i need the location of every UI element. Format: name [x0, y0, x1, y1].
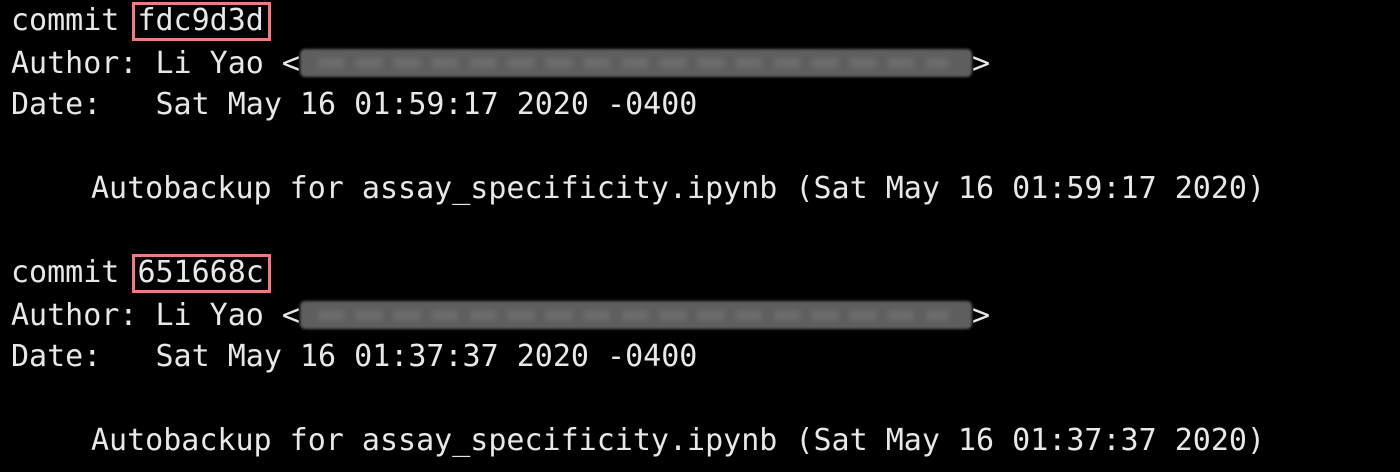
email-open-bracket: < [263, 46, 300, 81]
date-line: Date: Sat May 16 01:59:17 2020 -0400 [11, 84, 697, 126]
redacted-email [300, 49, 972, 77]
commit-message: Autobackup for assay_specificity.ipynb (… [91, 171, 1265, 206]
redacted-email [300, 301, 972, 329]
commit-hash-highlighted: fdc9d3d [132, 0, 271, 42]
commit-line: commit 651668c [11, 252, 271, 294]
author-line: Author: Li Yao < > [11, 295, 990, 337]
author-label: Author: [11, 298, 156, 333]
terminal-window[interactable]: commit fdc9d3d Author: Li Yao < > Date: S… [0, 0, 1400, 472]
email-close-bracket: > [972, 46, 991, 81]
commit-label: commit [11, 255, 138, 290]
commit-line: commit fdc9d3d [11, 0, 271, 42]
author-label: Author: [11, 46, 156, 81]
date-label: Date: [11, 339, 156, 374]
date-label: Date: [11, 87, 156, 122]
author-line: Author: Li Yao < > [11, 43, 990, 85]
highlight-box [132, 2, 271, 41]
commit-date: Sat May 16 01:59:17 2020 -0400 [155, 87, 698, 122]
commit-message: Autobackup for assay_specificity.ipynb (… [91, 423, 1265, 458]
commit-hash-highlighted: 651668c [132, 252, 271, 294]
author-name: Li Yao [155, 298, 264, 333]
author-name: Li Yao [155, 46, 264, 81]
email-open-bracket: < [263, 298, 300, 333]
highlight-box [132, 254, 271, 293]
commit-date: Sat May 16 01:37:37 2020 -0400 [155, 339, 698, 374]
commit-label: commit [11, 3, 138, 38]
email-close-bracket: > [972, 298, 991, 333]
date-line: Date: Sat May 16 01:37:37 2020 -0400 [11, 336, 697, 378]
